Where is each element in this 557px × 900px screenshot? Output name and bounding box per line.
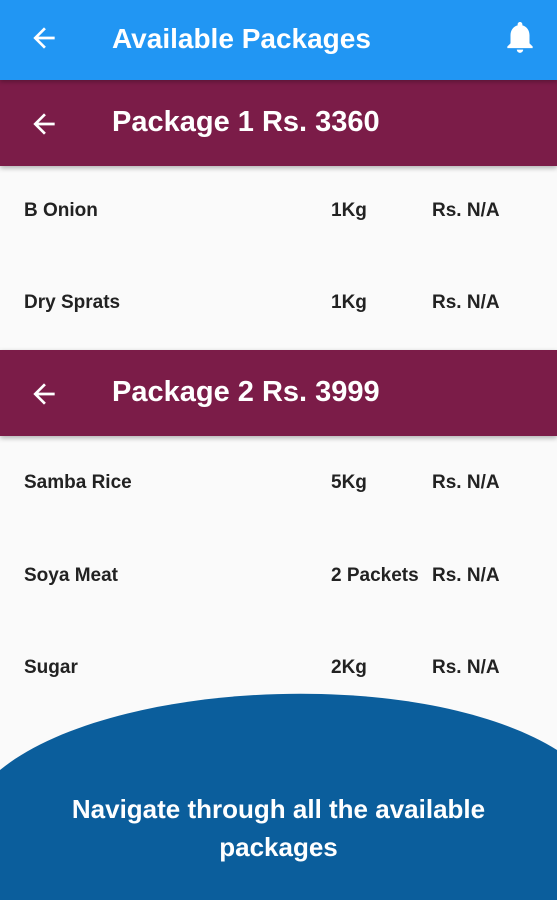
package-item-row: Samba Rice 5Kg Rs. N/A <box>0 463 557 503</box>
bell-icon[interactable] <box>501 16 539 58</box>
page-title: Available Packages <box>112 23 371 54</box>
item-quantity: 5Kg <box>331 472 367 493</box>
back-arrow-icon[interactable] <box>28 108 60 140</box>
item-price: Rs. N/A <box>432 472 500 493</box>
package-item-row: Soya Meat 2 Packets Rs. N/A <box>0 556 557 596</box>
package-item-row: Sugar 2Kg Rs. N/A <box>0 648 557 688</box>
item-price: Rs. N/A <box>432 200 500 221</box>
item-quantity: 2Kg <box>331 657 367 678</box>
package-header-1[interactable]: Package 1 Rs. 3360 <box>0 80 557 166</box>
package-item-row: Dry Sprats 1Kg Rs. N/A <box>0 283 557 323</box>
item-name: Dry Sprats <box>24 292 121 313</box>
onboarding-caption: Navigate through all the available packa… <box>71 794 486 862</box>
package-title: Package 2 Rs. 3999 <box>112 376 380 408</box>
app-bar: Available Packages <box>0 0 557 80</box>
item-price: Rs. N/A <box>432 292 500 313</box>
package-header-2[interactable]: Package 2 Rs. 3999 <box>0 350 557 436</box>
onboarding-overlay[interactable]: Navigate through all the available packa… <box>0 690 557 900</box>
item-name: Sugar <box>24 657 78 678</box>
package-title: Package 1 Rs. 3360 <box>112 106 380 138</box>
item-quantity: 1Kg <box>331 292 367 313</box>
item-price: Rs. N/A <box>432 565 500 586</box>
item-quantity: 1Kg <box>331 200 367 221</box>
item-name: Soya Meat <box>24 565 118 586</box>
item-price: Rs. N/A <box>432 657 500 678</box>
item-name: B Onion <box>24 200 98 221</box>
package-item-row: B Onion 1Kg Rs. N/A <box>0 191 557 231</box>
back-arrow-icon[interactable] <box>28 378 60 410</box>
item-name: Samba Rice <box>24 472 132 493</box>
back-arrow-icon[interactable] <box>28 22 60 54</box>
item-quantity: 2 Packets <box>331 565 419 586</box>
